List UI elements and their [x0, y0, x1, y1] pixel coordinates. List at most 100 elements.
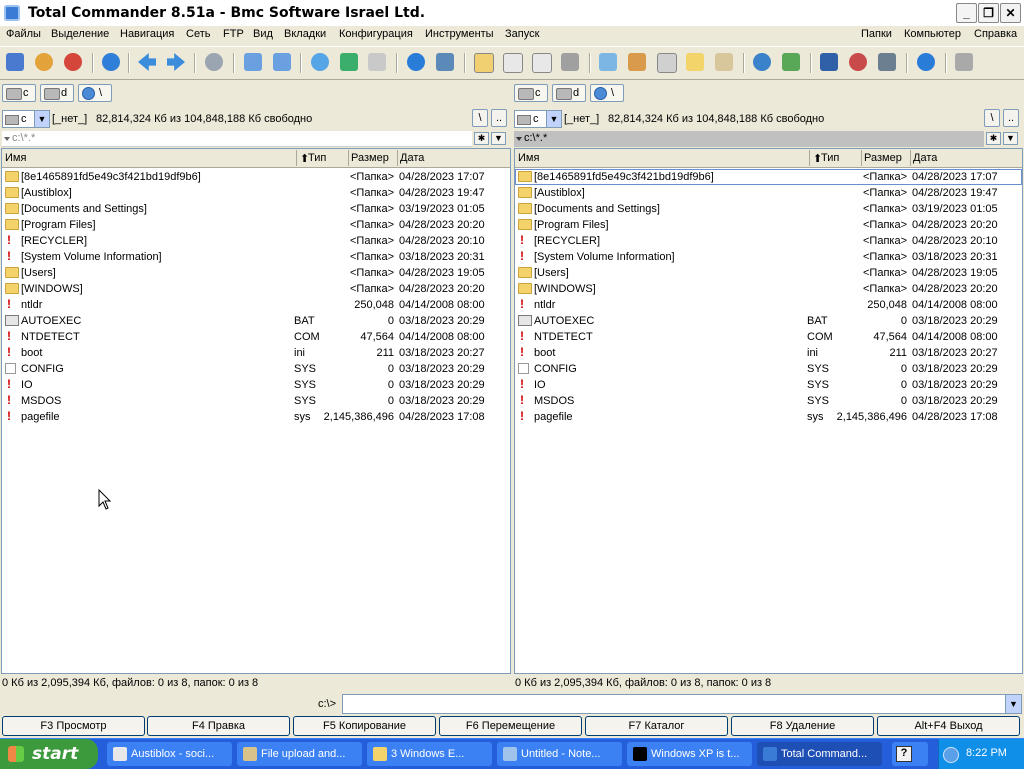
file-row[interactable]: pagefile sys 2,145,386,496 04/28/2023 17:08 [515, 409, 1022, 425]
drive-c-button[interactable]: c [514, 84, 548, 102]
menu-tabs[interactable]: Вкладки [284, 28, 326, 40]
file-row[interactable]: MSDOSSYS003/18/2023 20:29 [2, 393, 510, 409]
file-row[interactable]: [WINDOWS] <Папка> 04/28/2023 20:20 [515, 281, 1022, 297]
menu-ftp[interactable]: FTP [223, 28, 244, 40]
file-row[interactable]: IOSYS003/18/2023 20:29 [2, 377, 510, 393]
file-row[interactable]: [WINDOWS] <Папка> 04/28/2023 20:20 [2, 281, 510, 297]
menu-configuration[interactable]: Конфигурация [339, 28, 413, 40]
copy-document-icon[interactable] [532, 53, 552, 73]
menu-selection[interactable]: Выделение [51, 28, 109, 40]
remove-icon[interactable] [849, 53, 867, 71]
f4-edit-button[interactable]: F4 Правка [147, 716, 290, 736]
file-row[interactable]: [Documents and Settings] <Папка> 03/19/202… [2, 201, 510, 217]
console-icon[interactable] [878, 53, 896, 71]
file-row[interactable]: boot ini 211 03/18/2023 20:27 [2, 345, 510, 361]
back-arrow-icon[interactable] [138, 53, 156, 71]
menu-network[interactable]: Сеть [186, 28, 210, 40]
file-row[interactable]: MSDOSSYS003/18/2023 20:29 [515, 393, 1022, 409]
f7-mkdir-button[interactable]: F7 Каталог [585, 716, 728, 736]
brush-icon[interactable] [628, 53, 646, 71]
document-icon[interactable] [503, 53, 523, 73]
script-icon[interactable] [715, 53, 733, 71]
file-row[interactable]: [Users] <Папка> 04/28/2023 19:05 [515, 265, 1022, 281]
unpack-icon[interactable] [273, 53, 291, 71]
dropdown-arrow-icon[interactable]: ▼ [1005, 695, 1021, 713]
reload-icon[interactable] [102, 53, 120, 71]
task-windows-explorer[interactable]: 3 Windows E... [367, 742, 492, 766]
eraser-icon[interactable] [599, 53, 617, 71]
dropdown-arrow-icon[interactable]: ▼ [34, 111, 49, 127]
root-button[interactable]: \ [472, 109, 488, 127]
column-ext[interactable]: Тип [821, 152, 839, 164]
file-row[interactable]: IOSYS003/18/2023 20:29 [515, 377, 1022, 393]
task-file-upload[interactable]: File upload and... [237, 742, 362, 766]
menu-launch[interactable]: Запуск [505, 28, 539, 40]
search-star-icon[interactable] [311, 53, 329, 71]
drive-c-button[interactable]: c [2, 84, 36, 102]
task-notepad[interactable]: Untitled - Note... [497, 742, 622, 766]
sort-icon[interactable] [340, 53, 358, 71]
file-row[interactable]: ntldr 250,048 04/14/2008 08:00 [2, 297, 510, 313]
grid-icon[interactable] [561, 53, 579, 71]
filter-star-button[interactable]: ✱ [474, 132, 489, 145]
start-button[interactable]: start [0, 739, 98, 769]
file-row[interactable]: [System Volume Information] <Папка> 03/18/… [515, 249, 1022, 265]
column-name[interactable]: Имя [5, 152, 26, 164]
path-dropdown-button[interactable]: ▼ [491, 132, 506, 145]
up-dir-button[interactable]: .. [1003, 109, 1019, 127]
column-date[interactable]: Дата [913, 152, 937, 164]
file-row[interactable]: CONFIG SYS 0 03/18/2023 20:29 [515, 361, 1022, 377]
minimize-button[interactable]: _ [956, 3, 977, 23]
tool-icon[interactable] [955, 53, 973, 71]
command-line-input[interactable]: ▼ [342, 694, 1022, 714]
drive-d-button[interactable]: d [40, 84, 74, 102]
file-row[interactable]: AUTOEXEC BAT 0 03/18/2023 20:29 [2, 313, 510, 329]
task-total-commander[interactable]: Total Command... [757, 742, 882, 766]
column-size[interactable]: Размер [351, 152, 389, 164]
globe-icon[interactable] [917, 53, 935, 71]
task-cmd[interactable]: Windows XP is t... [627, 742, 752, 766]
menu-tools[interactable]: Инструменты [425, 28, 494, 40]
f6-move-button[interactable]: F6 Перемещение [439, 716, 582, 736]
calculator-icon[interactable] [657, 53, 677, 73]
up-dir-button[interactable]: .. [491, 109, 507, 127]
file-row[interactable]: [8e1465891fd5e49c3f421bd19df9b6] <Папка> 0… [515, 169, 1022, 185]
column-name[interactable]: Имя [518, 152, 539, 164]
column-size[interactable]: Размер [864, 152, 902, 164]
history-triangle-icon[interactable] [4, 137, 10, 141]
app-icon[interactable] [4, 5, 20, 21]
f8-delete-button[interactable]: F8 Удаление [731, 716, 874, 736]
menu-files[interactable]: Файлы [6, 28, 41, 40]
maximize-button[interactable]: ❐ [978, 3, 999, 23]
root-button[interactable]: \ [984, 109, 1000, 127]
note-icon[interactable] [686, 53, 704, 71]
drive-icon[interactable] [782, 53, 800, 71]
forward-arrow-icon[interactable] [167, 53, 185, 71]
dropdown-arrow-icon[interactable]: ▼ [546, 111, 561, 127]
column-ext[interactable]: Тип [308, 152, 326, 164]
left-file-panel[interactable]: Имя ⬆ Тип Размер Дата [8e1465891fd5e49c3… [1, 148, 511, 674]
settings-red-icon[interactable] [64, 53, 82, 71]
network-icon[interactable] [753, 53, 771, 71]
network-gear-icon[interactable] [205, 53, 223, 71]
f3-view-button[interactable]: F3 Просмотр [2, 716, 145, 736]
menu-help[interactable]: Справка [974, 28, 1017, 40]
file-row[interactable]: boot ini 211 03/18/2023 20:27 [515, 345, 1022, 361]
path-dropdown-button[interactable]: ▼ [1003, 132, 1018, 145]
file-row[interactable]: [Austiblox] <Папка> 04/28/2023 19:47 [515, 185, 1022, 201]
file-row[interactable]: [Documents and Settings] <Папка> 03/19/202… [515, 201, 1022, 217]
file-row[interactable]: [RECYCLER] <Папка> 04/28/2023 20:10 [515, 233, 1022, 249]
right-path-bar[interactable]: c:\*.* [514, 131, 984, 147]
gear-icon[interactable] [35, 53, 53, 71]
drive-network-button[interactable]: \ [590, 84, 624, 102]
right-drive-combo[interactable]: c ▼ [514, 110, 562, 128]
menu-view[interactable]: Вид [253, 28, 273, 40]
drive-network-button[interactable]: \ [78, 84, 112, 102]
column-date[interactable]: Дата [400, 152, 424, 164]
menu-navigation[interactable]: Навигация [120, 28, 174, 40]
drive-d-button[interactable]: d [552, 84, 586, 102]
menu-computer[interactable]: Компьютер [904, 28, 961, 40]
file-row[interactable]: pagefile sys 2,145,386,496 04/28/2023 17:08 [2, 409, 510, 425]
history-triangle-icon[interactable] [516, 137, 522, 141]
file-row[interactable]: [8e1465891fd5e49c3f421bd19df9b6] <Папка> 0… [2, 169, 510, 185]
